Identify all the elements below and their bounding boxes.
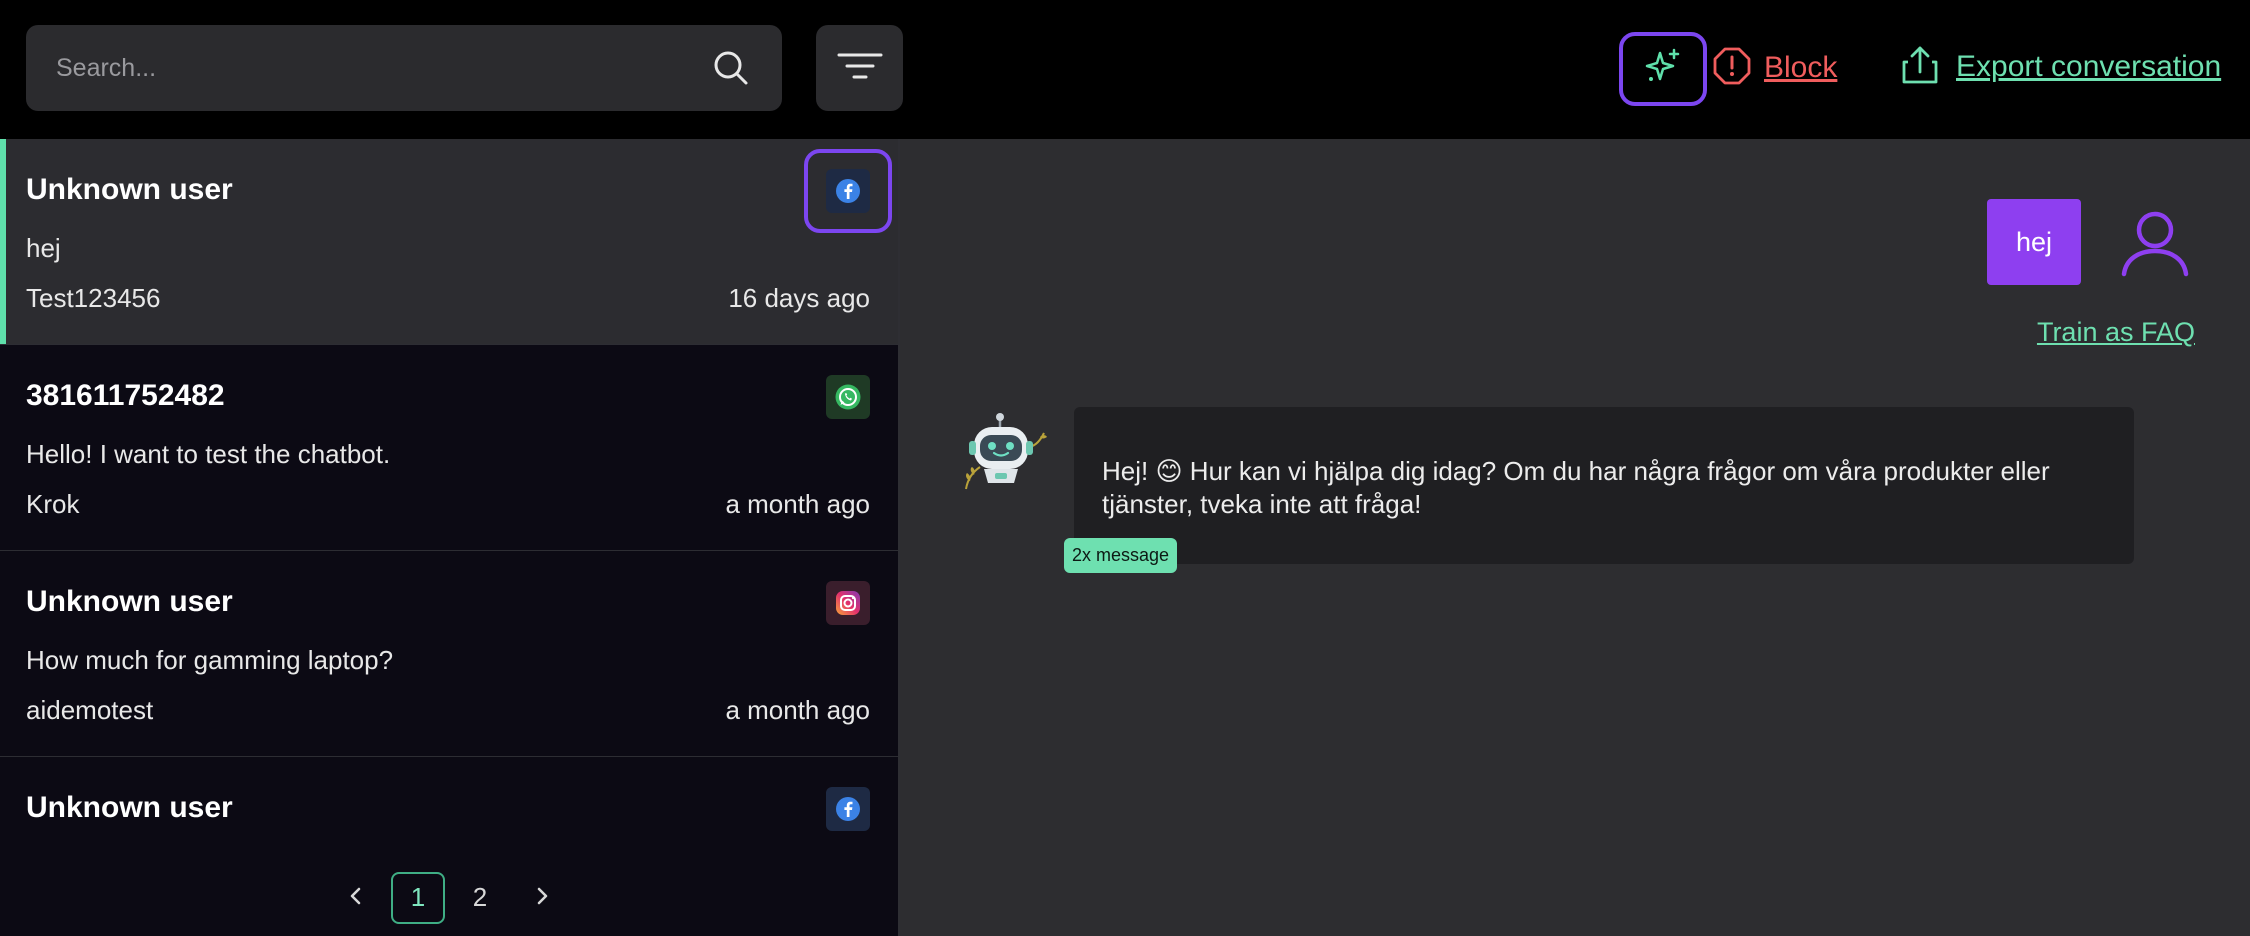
- app-root: Block Export conversation Unknown user: [0, 0, 2250, 936]
- instagram-icon: [826, 581, 870, 625]
- conversation-last-message: How much for gamming laptop?: [26, 645, 394, 675]
- filter-button[interactable]: [816, 25, 903, 111]
- conversation-list: Unknown user hej Test123456 16 days ago …: [0, 139, 900, 936]
- filter-icon: [837, 51, 883, 86]
- conversation-name: Unknown user: [26, 791, 233, 824]
- export-conversation-button[interactable]: Export conversation: [1900, 45, 2221, 89]
- search-box[interactable]: [26, 25, 782, 111]
- block-label: Block: [1764, 51, 1838, 84]
- sparkles-icon: [1643, 47, 1683, 92]
- conversation-item[interactable]: 381611752482 Hello! I want to test the c…: [0, 345, 898, 551]
- conversation-time: a month ago: [725, 695, 870, 725]
- conversation-name: Unknown user: [26, 585, 233, 618]
- conversation-name: 381611752482: [26, 379, 225, 412]
- block-button[interactable]: Block: [1712, 47, 1837, 89]
- whatsapp-icon: [826, 375, 870, 419]
- page-button-1[interactable]: 1: [391, 871, 445, 924]
- bot-message-bubble: Hej! 😊 Hur kan vi hjälpa dig idag? Om du…: [1074, 407, 2134, 564]
- conversation-last-message: hej: [26, 233, 61, 263]
- conversation-user: Krok: [26, 489, 80, 519]
- octagon-alert-icon: [1712, 46, 1752, 91]
- conversation-name: Unknown user: [26, 173, 233, 206]
- message-count-badge: 2x message: [1064, 538, 1178, 573]
- export-conversation-label: Export conversation: [1956, 50, 2222, 83]
- page-button-2[interactable]: 2: [453, 872, 507, 924]
- conversation-user: aidemotest: [26, 695, 154, 725]
- next-page-button[interactable]: [515, 872, 569, 924]
- user-message-bubble: hej: [1987, 199, 2081, 285]
- conversation-item[interactable]: Unknown user hej Test123456 16 days ago: [0, 139, 898, 345]
- train-as-faq-link[interactable]: Train as FAQ: [2037, 317, 2195, 348]
- chevron-right-icon: [534, 882, 550, 913]
- conversation-time: a month ago: [725, 489, 870, 519]
- previous-page-button[interactable]: [329, 872, 383, 924]
- ai-assist-button[interactable]: [1619, 32, 1707, 106]
- facebook-icon: [826, 787, 870, 831]
- pagination: 1 2: [0, 859, 898, 936]
- conversation-item[interactable]: Unknown user How much for gamming laptop…: [0, 551, 898, 757]
- search-icon[interactable]: [710, 47, 752, 89]
- top-bar: Block Export conversation: [0, 0, 2250, 139]
- conversation-last-message: Hello! I want to test the chatbot.: [26, 439, 391, 469]
- conversation-user: Test123456: [26, 283, 161, 313]
- user-avatar-icon: [2117, 204, 2193, 280]
- share-upload-icon: [1900, 44, 1940, 91]
- chevron-left-icon: [348, 882, 364, 913]
- search-input[interactable]: [56, 25, 710, 111]
- bot-avatar-icon: [960, 411, 1048, 495]
- conversation-time: 16 days ago: [728, 283, 870, 313]
- facebook-icon: [826, 169, 870, 213]
- chat-pane: hej Train as FAQ Hej! 😊 Hur kan vi hjälp…: [900, 139, 2250, 936]
